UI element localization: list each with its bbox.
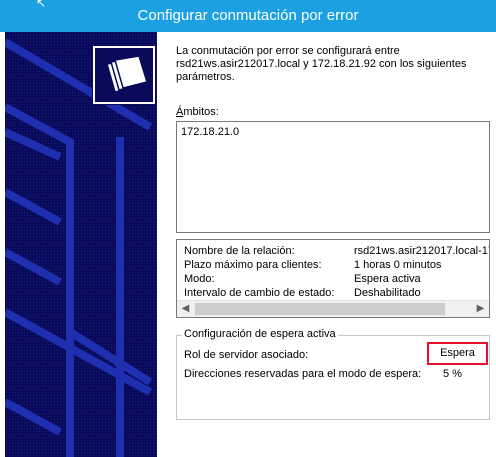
property-key: Modo: [184, 273, 215, 285]
property-value: rsd21ws.asir212017.local-172 [354, 245, 490, 257]
hot-standby-legend: Configuración de espera activa [182, 328, 338, 340]
property-key: Nombre de la relación: [184, 245, 295, 257]
reserved-addresses-label: Direcciones reservadas para el modo de e… [184, 368, 422, 380]
folders-icon [92, 45, 156, 105]
horizontal-scrollbar[interactable]: ◀ ▶ [177, 300, 489, 317]
description-line: parámetros. [176, 71, 235, 83]
scroll-left-icon[interactable]: ◀ [177, 301, 194, 317]
window-title: Configurar conmutación por error [137, 7, 359, 24]
title-bar: ↖ Configurar conmutación por error [0, 0, 496, 32]
scrollbar-thumb[interactable] [195, 303, 445, 315]
description-line: rsd21ws.asir212017.local y 172.18.21.92 … [176, 58, 467, 70]
reserved-addresses-value: 5 % [443, 368, 462, 380]
property-value: Espera activa [354, 273, 421, 285]
properties-list[interactable]: Nombre de la relación: rsd21ws.asir21201… [176, 239, 490, 318]
scope-list-item[interactable]: 172.18.21.0 [181, 126, 239, 138]
property-value: Deshabilitado [354, 287, 421, 299]
property-key: Plazo máximo para clientes: [184, 259, 322, 271]
scopes-label: Ámbitos: [176, 106, 219, 118]
scopes-label-text: mbitos: [183, 106, 219, 118]
partner-role-value: Espera [427, 342, 488, 365]
summary-description: La conmutación por error se configurará … [176, 45, 476, 84]
scroll-right-icon[interactable]: ▶ [472, 301, 489, 317]
partner-role-label: Rol de servidor asociado: [184, 349, 309, 361]
property-value: 1 horas 0 minutos [354, 259, 442, 271]
scopes-list[interactable]: 172.18.21.0 [176, 121, 490, 233]
description-line: La conmutación por error se configurará … [176, 45, 400, 57]
wizard-side-panel [0, 32, 163, 457]
close-button[interactable] [488, 0, 496, 32]
property-key: Intervalo de cambio de estado: [184, 287, 335, 299]
